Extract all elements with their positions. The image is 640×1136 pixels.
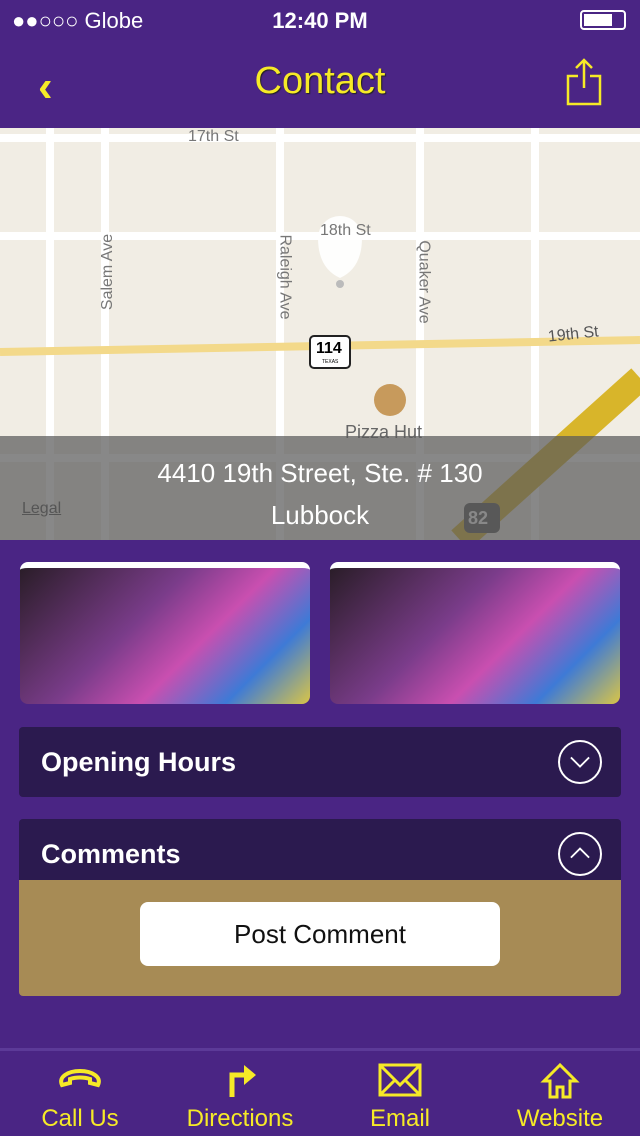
page-title: Contact (254, 60, 386, 102)
address-line1: 4410 19th Street, Ste. # 130 (157, 458, 483, 488)
street-label: Raleigh Ave (276, 234, 294, 320)
tab-label: Email (369, 1105, 430, 1132)
comments-heading: Comments (41, 839, 181, 869)
envelope-icon (378, 1063, 422, 1097)
tab-bar: Call Us Directions Email Website (0, 1048, 640, 1136)
comments-panel[interactable]: Comments (19, 819, 621, 881)
battery-icon (580, 10, 626, 30)
photo-2[interactable] (330, 562, 620, 704)
opening-hours-heading: Opening Hours (41, 747, 236, 777)
chevron-up-circle-icon[interactable] (558, 832, 602, 876)
street-label: 17th St (188, 128, 239, 145)
tab-email[interactable]: Email (320, 1051, 480, 1136)
photo-gallery (20, 562, 620, 704)
photo-1[interactable] (20, 562, 310, 704)
tab-website[interactable]: Website (480, 1051, 640, 1136)
legal-link[interactable]: Legal (22, 500, 61, 518)
tab-call-us[interactable]: Call Us (0, 1051, 160, 1136)
address-overlay: 4410 19th Street, Ste. # 130 Lubbock (0, 436, 640, 540)
highway-state: TEXAS (322, 359, 339, 365)
chevron-down-circle-icon[interactable] (558, 740, 602, 784)
home-icon (540, 1063, 580, 1099)
highway-shield: 114 (316, 340, 342, 357)
nav-bar: ‹ Contact (0, 40, 640, 128)
tab-label: Directions (186, 1105, 294, 1132)
restaurant-icon (374, 384, 406, 416)
opening-hours-panel[interactable]: Opening Hours (19, 727, 621, 797)
street-label: Quaker Ave (415, 240, 433, 324)
street-label: Salem Ave (99, 233, 117, 311)
clock: 12:40 PM (272, 8, 368, 33)
status-bar: ●●○○○ Globe 12:40 PM (0, 0, 640, 40)
turn-right-arrow-icon (229, 1065, 256, 1097)
tab-label: Website (516, 1105, 604, 1132)
address-line2: Lubbock (270, 500, 370, 530)
street-label: 18th St (320, 222, 371, 239)
tab-label: Call Us (41, 1105, 119, 1132)
comments-body: Post Comment (19, 880, 621, 996)
tab-directions[interactable]: Directions (160, 1051, 320, 1136)
post-comment-button[interactable]: Post Comment (140, 902, 500, 966)
share-icon[interactable] (566, 58, 602, 106)
phone-icon (59, 1068, 101, 1088)
